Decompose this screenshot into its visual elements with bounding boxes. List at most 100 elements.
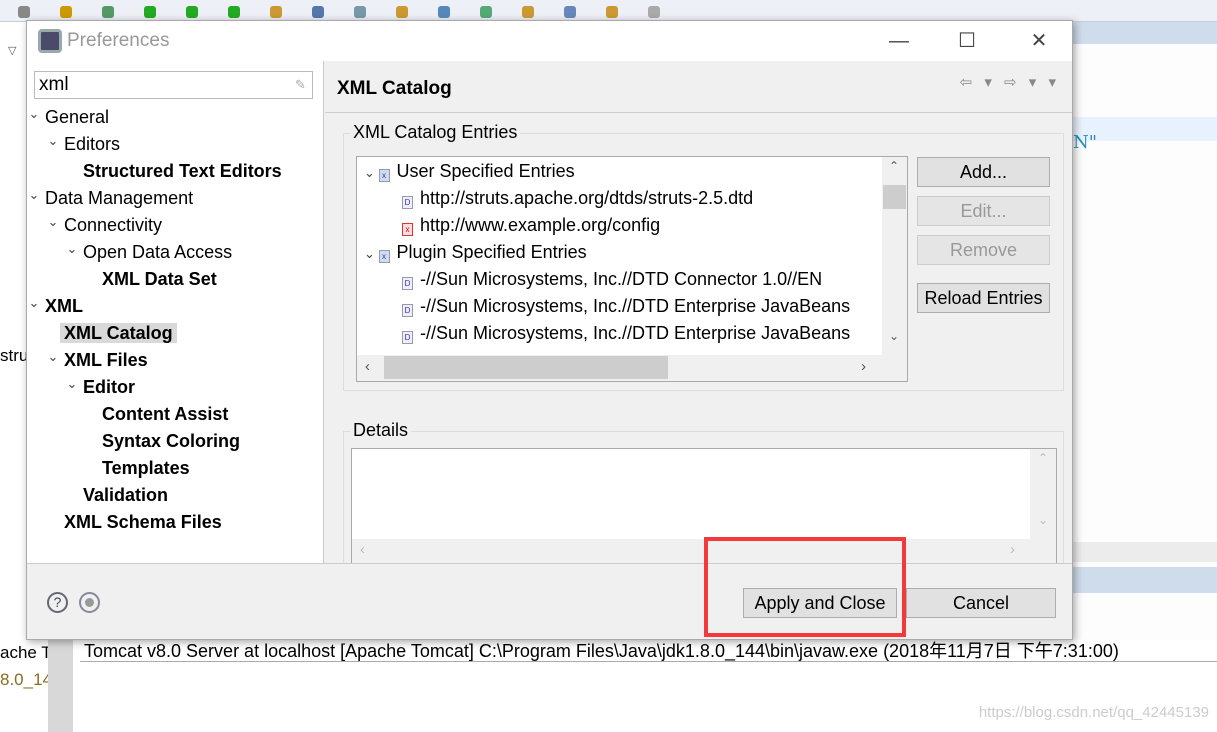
tree-item-label: General bbox=[45, 107, 110, 127]
catalog-entry[interactable]: D -//Sun Microsystems, Inc.//DTD Enterpri… bbox=[402, 293, 850, 320]
tree-item-label: XML Catalog bbox=[60, 323, 177, 343]
chevron-down-icon[interactable]: ⌄ bbox=[66, 239, 78, 259]
tree-item[interactable]: XML Data Set bbox=[102, 266, 217, 292]
chevron-down-icon[interactable]: ⌄ bbox=[364, 246, 379, 261]
tree-item-label: Structured Text Editors bbox=[83, 161, 282, 181]
toolbar-button[interactable] bbox=[480, 6, 492, 18]
tree-item[interactable]: ⌄ Data Management bbox=[29, 185, 194, 211]
scroll-up-icon[interactable]: ⌃ bbox=[1038, 451, 1048, 465]
dtd-file-icon: D bbox=[402, 196, 413, 209]
scroll-left-icon[interactable]: ‹ bbox=[360, 541, 365, 558]
tree-item[interactable]: ⌄ Editor bbox=[67, 374, 135, 400]
toolbar-button[interactable] bbox=[186, 6, 198, 18]
tree-item[interactable]: Validation bbox=[83, 482, 168, 508]
catalog-group-icon: x bbox=[378, 169, 390, 182]
toolbar-button[interactable] bbox=[144, 6, 156, 18]
tree-item-label: XML Data Set bbox=[102, 269, 217, 289]
help-icon[interactable]: ? bbox=[47, 592, 68, 613]
tree-item[interactable]: XML Catalog bbox=[60, 320, 177, 346]
catalog-entries-group: XML Catalog Entries ⌄ x User Specified En… bbox=[343, 122, 1064, 391]
tree-item[interactable]: ⌄ Connectivity bbox=[48, 212, 163, 238]
scroll-up-icon[interactable]: ⌃ bbox=[889, 159, 899, 173]
reload-entries-button[interactable]: Reload Entries bbox=[917, 283, 1050, 313]
toolbar-button[interactable] bbox=[228, 6, 240, 18]
chevron-down-icon[interactable]: ⌄ bbox=[28, 185, 40, 205]
toolbar-button[interactable] bbox=[564, 6, 576, 18]
divider bbox=[325, 112, 1072, 113]
edit-button[interactable]: Edit... bbox=[917, 196, 1050, 226]
tree-item-label: Editors bbox=[64, 134, 121, 154]
tree-item[interactable]: Content Assist bbox=[102, 401, 228, 427]
tree-item[interactable]: ⌄ Open Data Access bbox=[67, 239, 233, 265]
scroll-left-icon[interactable]: ‹ bbox=[365, 358, 370, 375]
scroll-right-icon[interactable]: › bbox=[861, 358, 866, 375]
toolbar-button[interactable] bbox=[354, 6, 366, 18]
catalog-entry[interactable]: Dhttp://struts.apache.org/dtds/struts-2.… bbox=[402, 185, 753, 212]
import-export-icon[interactable] bbox=[79, 592, 100, 613]
cancel-button[interactable]: Cancel bbox=[906, 588, 1056, 618]
highlight-annotation bbox=[704, 537, 906, 637]
maximize-button[interactable]: ☐ bbox=[952, 29, 982, 53]
dtd-file-icon: D bbox=[402, 331, 413, 344]
close-button[interactable]: ✕ bbox=[1024, 29, 1054, 53]
toolbar-button[interactable] bbox=[102, 6, 114, 18]
tree-item[interactable]: ⌄ General bbox=[29, 104, 110, 130]
scroll-thumb[interactable] bbox=[883, 185, 906, 209]
dtd-file-icon: D bbox=[402, 304, 413, 317]
chevron-down-icon[interactable]: ⌄ bbox=[47, 347, 59, 367]
toolbar-button[interactable] bbox=[396, 6, 408, 18]
toolbar-button[interactable] bbox=[312, 6, 324, 18]
catalog-entry-label: User Specified Entries bbox=[396, 161, 575, 181]
catalog-entry[interactable]: D -//Sun Microsystems, Inc.//DTD Connecto… bbox=[402, 266, 822, 293]
tree-item[interactable]: Structured Text Editors bbox=[83, 158, 282, 184]
scroll-down-icon[interactable]: ⌄ bbox=[889, 329, 899, 343]
divider bbox=[80, 661, 1217, 662]
console-ruler bbox=[48, 640, 73, 732]
chevron-down-icon[interactable]: ⌄ bbox=[364, 165, 379, 180]
group-label: Details bbox=[350, 420, 412, 441]
chevron-down-icon[interactable]: ⌄ bbox=[47, 212, 59, 232]
toolbar-button[interactable] bbox=[522, 6, 534, 18]
tree-item[interactable]: ⌄ XML bbox=[29, 293, 83, 319]
scroll-down-icon[interactable]: ⌄ bbox=[1038, 513, 1048, 527]
chevron-down-icon[interactable]: ⌄ bbox=[28, 293, 40, 313]
minimize-button[interactable]: — bbox=[884, 29, 914, 53]
title-bar: Preferences — ☐ ✕ bbox=[27, 21, 1072, 61]
tree-item[interactable]: Templates bbox=[102, 455, 190, 481]
tree-item[interactable]: Syntax Coloring bbox=[102, 428, 240, 454]
toolbar-button[interactable] bbox=[606, 6, 618, 18]
add-button[interactable]: Add... bbox=[917, 157, 1050, 187]
toolbar-button[interactable] bbox=[438, 6, 450, 18]
filter-input[interactable] bbox=[34, 71, 313, 99]
tree-item[interactable]: ⌄ Editors bbox=[48, 131, 121, 157]
chevron-down-icon[interactable]: ⌄ bbox=[47, 131, 59, 151]
history-nav-buttons[interactable]: ⇦ ▾ ⇨ ▾ ▾ bbox=[960, 73, 1060, 91]
clear-filter-icon[interactable]: ✎ bbox=[295, 77, 306, 93]
toolbar-button[interactable] bbox=[270, 6, 282, 18]
tree-item[interactable]: XML Schema Files bbox=[64, 509, 222, 535]
toolbar-button[interactable] bbox=[648, 6, 660, 18]
tree-item-label: Editor bbox=[83, 377, 135, 397]
catalog-entry[interactable]: x http://www.example.org/config bbox=[402, 212, 660, 239]
toolbar-button[interactable] bbox=[60, 6, 72, 18]
console-tab-bar bbox=[1073, 567, 1217, 593]
catalog-entry[interactable]: ⌄ x User Specified Entries bbox=[364, 158, 575, 185]
toolbar-button[interactable] bbox=[18, 6, 30, 18]
tree-item[interactable]: ⌄ XML Files bbox=[48, 347, 148, 373]
catalog-entries-tree[interactable]: ⌄ x User Specified Entries Dhttp://struts.… bbox=[356, 156, 908, 382]
vertical-scrollbar[interactable]: ⌃ ⌄ bbox=[1030, 449, 1056, 539]
scroll-right-icon[interactable]: › bbox=[1010, 541, 1015, 558]
page-title: XML Catalog bbox=[337, 78, 452, 99]
vertical-scrollbar[interactable]: ⌃ ⌄ bbox=[882, 157, 907, 355]
tree-item-label: Connectivity bbox=[64, 215, 163, 235]
chevron-down-icon[interactable]: ⌄ bbox=[66, 374, 78, 394]
chevron-down-icon[interactable]: ⌄ bbox=[28, 104, 40, 124]
tree-item-label: XML Files bbox=[64, 350, 148, 370]
view-menu-icon[interactable]: ▽ bbox=[0, 40, 26, 62]
editor-tab-bar bbox=[1073, 22, 1217, 44]
horizontal-scrollbar[interactable]: ‹ › bbox=[357, 355, 907, 381]
remove-button[interactable]: Remove bbox=[917, 235, 1050, 265]
scroll-thumb[interactable] bbox=[384, 356, 668, 379]
catalog-entry[interactable]: D -//Sun Microsystems, Inc.//DTD Enterpri… bbox=[402, 320, 850, 347]
catalog-entry[interactable]: ⌄ x Plugin Specified Entries bbox=[364, 239, 587, 266]
